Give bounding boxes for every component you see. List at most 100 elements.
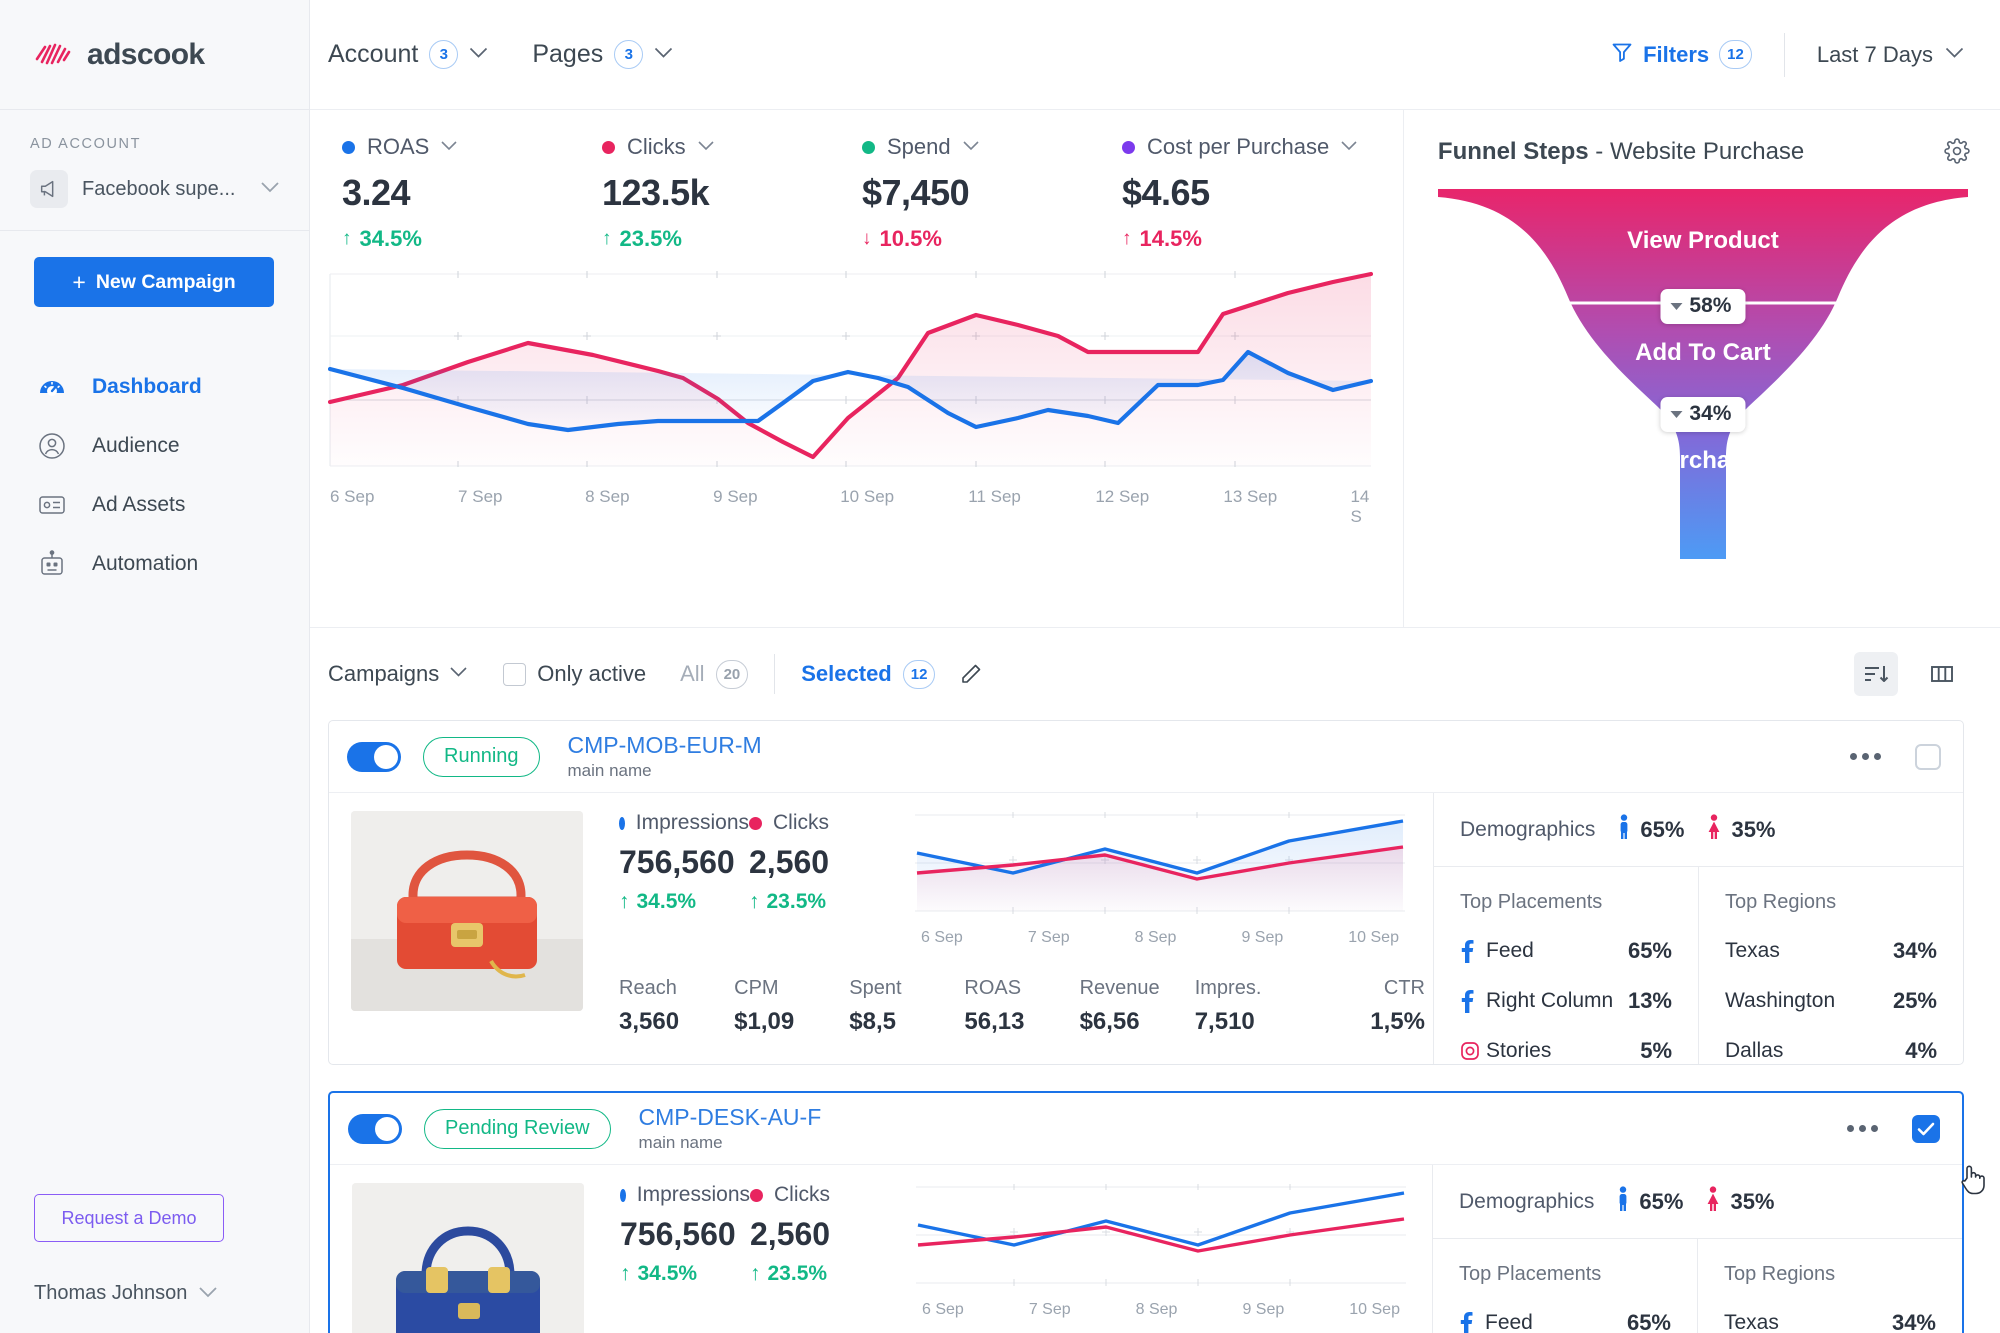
chart-x-axis: 6 Sep 7 Sep 8 Sep 9 Sep 10 Sep 11 Sep 12… [328, 487, 1385, 527]
sidebar-item-ad-assets[interactable]: Ad Assets [0, 475, 309, 534]
overview-line-chart[interactable]: 6 Sep 7 Sep 8 Sep 9 Sep 10 Sep 11 Sep 12… [328, 268, 1385, 627]
new-campaign-label: New Campaign [95, 270, 236, 293]
filter-icon [1611, 41, 1633, 68]
ad-account-name: Facebook supe... [82, 177, 236, 200]
more-options-icon[interactable] [1850, 753, 1881, 760]
sort-icon[interactable] [1854, 652, 1898, 696]
overview-section: ROAS 3.24 ↑ 34.5% Clicks 123.5k ↑ 23.5% … [310, 110, 2000, 628]
date-range-button[interactable]: Last 7 Days [1785, 42, 1964, 68]
new-campaign-wrap: + New Campaign [0, 231, 309, 307]
campaign-enable-toggle[interactable] [347, 741, 401, 772]
all-count-badge: 20 [715, 659, 749, 689]
stat-value: 2,560 [749, 844, 830, 880]
funnel-rate-badge-1[interactable]: 58% [1660, 289, 1746, 324]
list-item: Dallas 4% [1725, 1038, 1937, 1064]
chevron-down-icon [654, 46, 673, 64]
account-count-badge: 3 [429, 40, 459, 69]
funnel-rate-badge-2[interactable]: 34% [1660, 397, 1746, 432]
top-placements-title: Top Placements [1459, 1263, 1602, 1285]
x-tick: 10 Sep [1348, 929, 1399, 946]
campaign-thumbnail[interactable] [351, 811, 583, 1011]
sidebar-item-label: Audience [92, 433, 180, 457]
region-label: Texas [1725, 939, 1780, 962]
robot-icon [34, 546, 70, 582]
campaign-card[interactable]: Pending Review CMP-DESK-AU-F main name I… [328, 1091, 1964, 1333]
top-placements: Top Placements Feed 65% [1433, 1239, 1697, 1333]
stat-value: 756,560 [620, 1216, 736, 1252]
kpi-row: ROAS 3.24 ↑ 34.5% Clicks 123.5k ↑ 23.5% … [328, 134, 1385, 252]
female-icon [1706, 814, 1722, 845]
campaign-card[interactable]: Running CMP-MOB-EUR-M main name Impressi… [328, 720, 1964, 1065]
campaign-id[interactable]: CMP-MOB-EUR-M [568, 732, 762, 759]
request-demo-button[interactable]: Request a Demo [34, 1194, 224, 1242]
gear-icon[interactable] [1944, 138, 1970, 169]
female-icon [1705, 1186, 1721, 1217]
sidebar-footer: Request a Demo Thomas Johnson [0, 1194, 309, 1333]
x-tick: 7 Sep [1027, 929, 1070, 946]
kpi-header[interactable]: ROAS [342, 134, 602, 160]
campaign-subtitle: main name [567, 761, 652, 780]
campaign-enable-toggle[interactable] [348, 1113, 402, 1144]
ad-account-label: AD ACCOUNT [30, 136, 142, 152]
campaign-mini-chart[interactable]: 6 Sep 7 Sep 8 Sep 9 Sep 10 Sep [915, 811, 1405, 947]
kpi-name: Cost per Purchase [1147, 134, 1330, 159]
sidebar-item-automation[interactable]: Automation [0, 534, 309, 593]
campaign-select-checkbox[interactable] [1915, 743, 1941, 770]
only-active-checkbox[interactable]: Only active [503, 661, 646, 687]
campaign-id[interactable]: CMP-DESK-AU-F [639, 1104, 822, 1131]
top-placements-title: Top Placements [1460, 891, 1603, 913]
kpi-delta: ↑ 14.5% [1122, 226, 1382, 252]
columns-icon[interactable] [1920, 652, 1964, 696]
chevron-down-icon [199, 1285, 218, 1303]
campaign-select-checkbox[interactable] [1912, 1114, 1940, 1143]
kpi-delta: ↑ 34.5% [342, 226, 602, 252]
new-campaign-button[interactable]: + New Campaign [34, 257, 274, 307]
kpi-header[interactable]: Spend [862, 134, 1122, 160]
metric-value: 1,5% [1370, 1008, 1425, 1035]
pencil-icon[interactable] [949, 652, 993, 696]
filters-label: Filters [1643, 41, 1710, 67]
series-dot-icon [620, 1188, 626, 1202]
campaign-list: Running CMP-MOB-EUR-M main name Impressi… [310, 720, 2000, 1333]
filters-button[interactable]: Filters 12 [1611, 40, 1784, 69]
x-tick: 14 S [1350, 487, 1370, 526]
more-options-icon[interactable] [1847, 1125, 1878, 1132]
tab-all[interactable]: All 20 [680, 659, 749, 689]
campaign-thumbnail[interactable] [352, 1183, 584, 1333]
arrow-up-icon: ↑ [749, 890, 760, 913]
brand-logo[interactable]: adscook [0, 0, 309, 110]
chevron-down-icon [963, 138, 979, 156]
user-menu[interactable]: Thomas Johnson [34, 1282, 309, 1305]
sidebar-item-label: Ad Assets [92, 492, 186, 516]
kpi-delta-value: 14.5% [1139, 226, 1202, 251]
tab-selected[interactable]: Selected 12 [801, 659, 936, 689]
demographics-female: 35% [1705, 1186, 1775, 1217]
pages-dropdown[interactable]: Pages 3 [532, 40, 673, 69]
metric-spent: Spent $8,5 [849, 977, 964, 1036]
demographics-label: Demographics [1459, 1189, 1595, 1213]
kpi-card-spend: Spend $7,450 ↓ 10.5% [862, 134, 1122, 252]
region-value: 34% [1891, 1310, 1936, 1333]
stat-name: Clicks [774, 1183, 830, 1206]
kpi-header[interactable]: Cost per Purchase [1122, 134, 1382, 160]
ad-account-selector[interactable]: Facebook supe... [30, 170, 279, 208]
stat-delta-value: 34.5% [636, 890, 697, 913]
campaigns-dropdown[interactable]: Campaigns [328, 661, 467, 687]
sidebar-item-dashboard[interactable]: Dashboard [0, 357, 309, 416]
campaign-mini-chart[interactable]: 6 Sep 7 Sep 8 Sep 9 Sep 10 Sep [916, 1183, 1406, 1319]
arrow-up-icon: ↑ [602, 228, 612, 249]
kpi-header[interactable]: Clicks [602, 134, 862, 160]
x-tick: 9 Sep [1241, 929, 1284, 946]
funnel-chart[interactable]: View Product 58% Add To Cart 34% Purchas… [1437, 189, 1968, 559]
account-dropdown[interactable]: Account 3 [328, 40, 488, 69]
kpi-card-clicks: Clicks 123.5k ↑ 23.5% [602, 134, 862, 252]
kpi-value: $4.65 [1122, 172, 1210, 213]
caret-down-icon [1670, 410, 1683, 418]
region-label: Texas [1724, 1311, 1779, 1333]
demographics-female-value: 35% [1731, 816, 1776, 842]
kpi-delta-value: 10.5% [879, 226, 942, 251]
region-label: Washington [1725, 989, 1836, 1012]
pages-count-badge: 3 [614, 40, 644, 69]
sidebar-item-audience[interactable]: Audience [0, 416, 309, 475]
campaign-header-actions [1847, 1114, 1940, 1143]
